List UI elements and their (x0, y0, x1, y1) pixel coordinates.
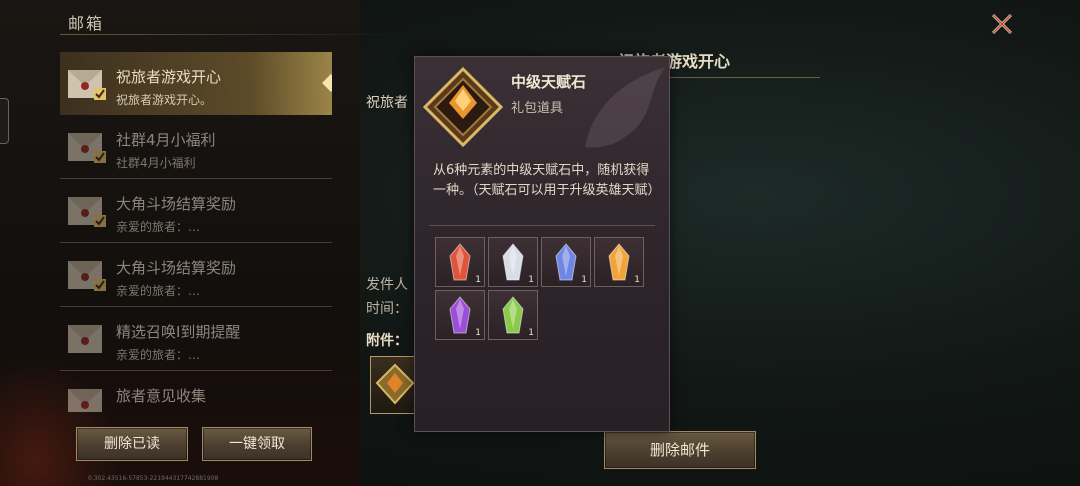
mail-subject: 祝旅者游戏开心 (116, 68, 222, 86)
mail-item[interactable]: 大角斗场结算奖励 亲爱的旅者：… (60, 243, 332, 307)
white-crystal-icon (502, 243, 524, 281)
reward-quantity: 1 (475, 275, 481, 285)
mail-item[interactable]: 大角斗场结算奖励 亲爱的旅者：… (60, 179, 332, 243)
envelope-icon (68, 70, 106, 100)
reward-quantity: 1 (475, 328, 481, 338)
mail-subject: 精选召唤I到期提醒 (116, 323, 241, 341)
envelope-icon (68, 261, 106, 291)
reward-slot[interactable]: 1 (435, 290, 485, 340)
mail-preview: 亲爱的旅者：… (116, 220, 201, 234)
side-tab[interactable] (0, 98, 9, 144)
envelope-icon (68, 197, 106, 227)
attachment-slot[interactable] (370, 356, 420, 414)
mail-subject: 大角斗场结算奖励 (116, 195, 237, 213)
reward-quantity: 1 (634, 275, 640, 285)
mail-preview: 亲爱的旅者：… (116, 284, 201, 298)
title-divider (60, 34, 400, 35)
talent-stone-icon (423, 67, 503, 147)
red-crystal-icon (449, 243, 471, 281)
envelope-icon (68, 389, 102, 412)
item-tooltip: 中级天赋石 礼包道具 从6种元素的中级天赋石中，随机获得一种。（天赋石可以用于升… (414, 56, 670, 432)
reward-slot[interactable]: 1 (435, 237, 485, 287)
claim-all-button[interactable]: 一键领取 (202, 427, 312, 461)
mail-list[interactable]: 祝旅者游戏开心 祝旅者游戏开心。 社群4月小福利 社群4月小福利 大角斗场结算奖… (60, 52, 332, 412)
mail-item[interactable]: 祝旅者游戏开心 祝旅者游戏开心。 (60, 52, 332, 115)
mail-item[interactable]: 旅者意见收集 (60, 371, 332, 412)
mail-subject: 大角斗场结算奖励 (116, 259, 237, 277)
version-text: 0.302.43516-57853-221944317742881908 (88, 475, 219, 482)
mail-item[interactable]: 社群4月小福利 社群4月小福利 (60, 115, 332, 179)
page-title: 邮箱 (68, 14, 105, 33)
envelope-icon (68, 133, 106, 163)
item-description: 从6种元素的中级天赋石中，随机获得一种。（天赋石可以用于升级英雄天赋） (433, 163, 661, 198)
mail-subject: 社群4月小福利 (116, 131, 216, 149)
blue-crystal-icon (555, 243, 577, 281)
time-label: 时间： (366, 301, 408, 317)
tooltip-divider (429, 225, 655, 226)
mail-item[interactable]: 精选召唤I到期提醒 亲爱的旅者：… (60, 307, 332, 371)
reward-slot[interactable]: 1 (594, 237, 644, 287)
close-icon (991, 13, 1013, 35)
reward-slot[interactable]: 1 (488, 290, 538, 340)
mail-preview: 亲爱的旅者：… (116, 348, 201, 362)
green-crystal-icon (502, 296, 524, 334)
item-name: 中级天赋石 (511, 73, 587, 91)
reward-quantity: 1 (528, 275, 534, 285)
reward-slot[interactable]: 1 (541, 237, 591, 287)
close-button[interactable] (986, 8, 1018, 40)
sender-label: 发件人 (366, 277, 408, 293)
attachments-label: 附件： (366, 333, 408, 349)
mail-detail-body: 祝旅者 (366, 95, 408, 111)
orange-crystal-icon (608, 243, 630, 281)
mail-preview: 祝旅者游戏开心。 (116, 93, 213, 107)
reward-quantity: 1 (528, 328, 534, 338)
reward-quantity: 1 (581, 275, 587, 285)
purple-crystal-icon (449, 296, 471, 334)
mail-subject: 旅者意见收集 (116, 387, 207, 405)
envelope-icon (68, 325, 102, 353)
talent-stone-icon (375, 363, 415, 405)
selected-diamond-icon (322, 74, 332, 92)
reward-slot[interactable]: 1 (488, 237, 538, 287)
delete-read-button[interactable]: 删除已读 (76, 427, 188, 461)
delete-mail-button[interactable]: 删除邮件 (604, 431, 756, 469)
mail-preview: 社群4月小福利 (116, 156, 196, 170)
item-type: 礼包道具 (511, 101, 564, 116)
